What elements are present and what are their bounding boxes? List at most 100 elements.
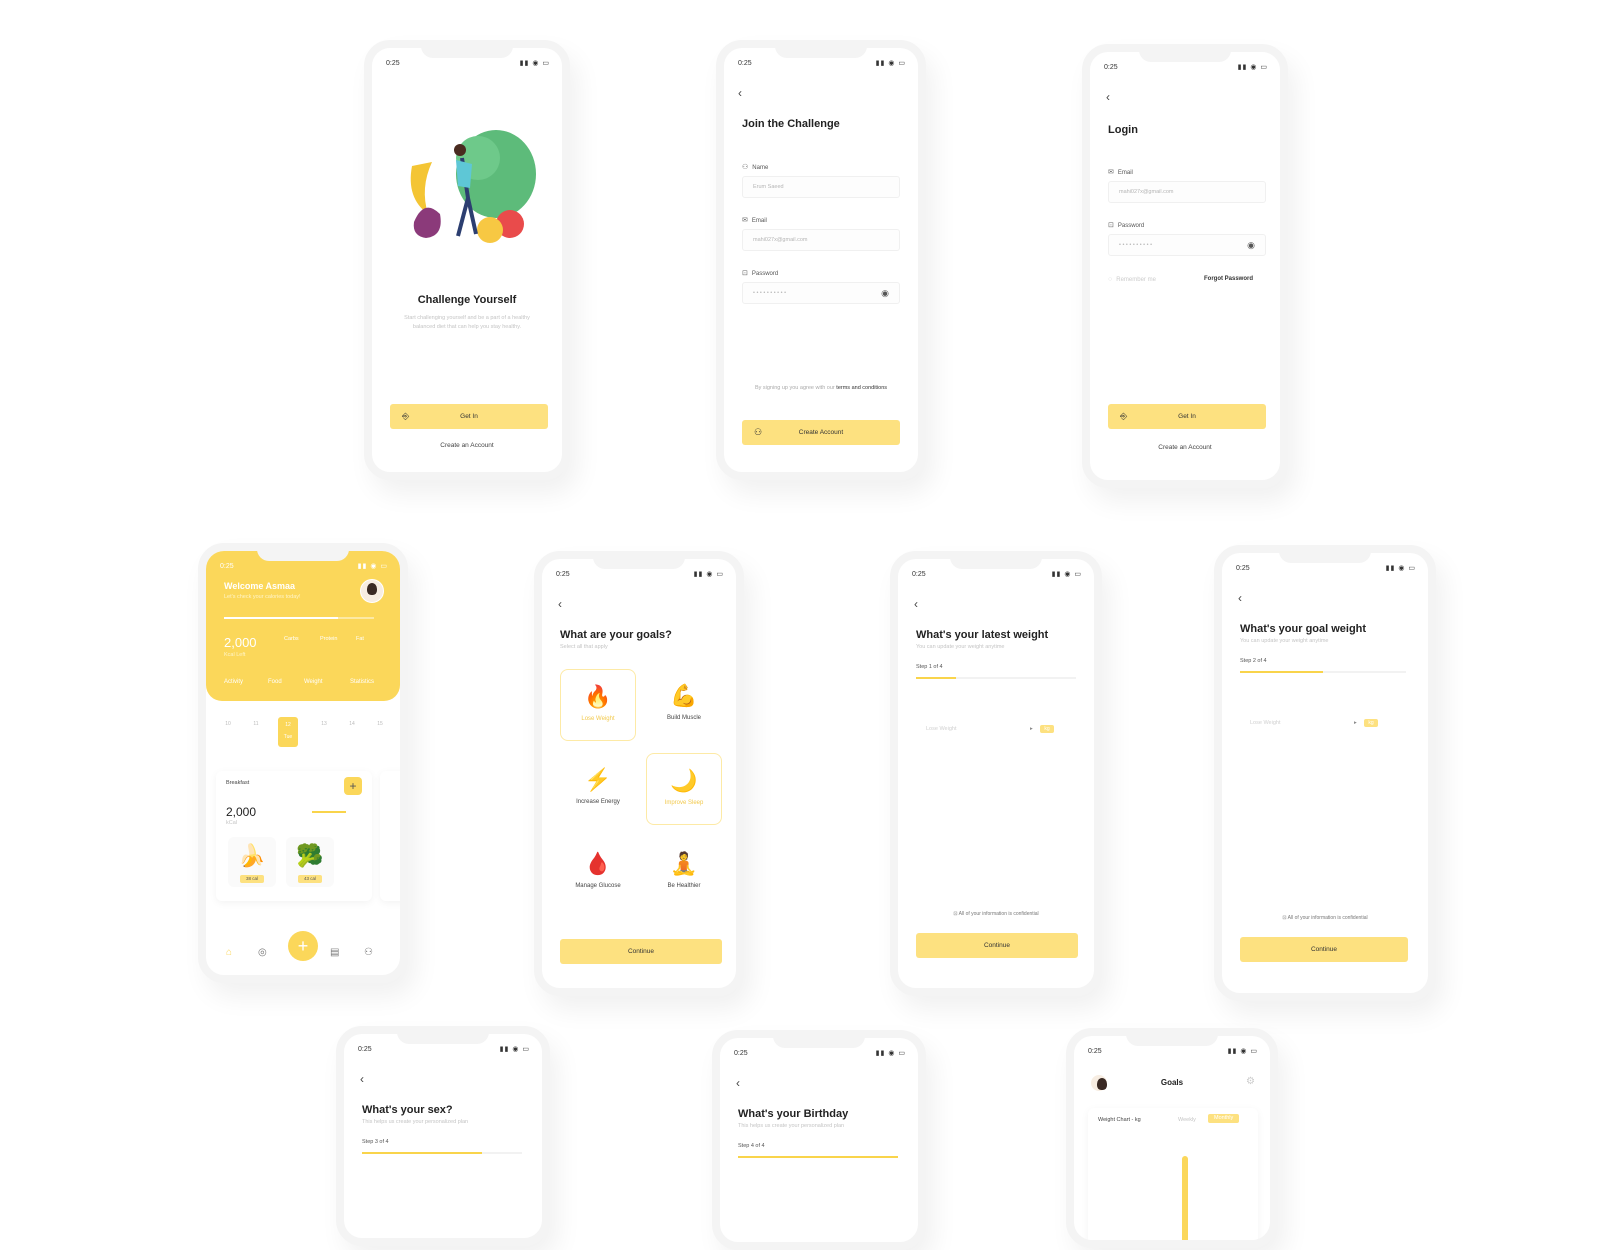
latest-weight-screen: 0:25 ▮▮ ◉ ▭ ‹ What's your latest weight … [890, 551, 1102, 996]
step-progress [1240, 671, 1406, 673]
day-item[interactable]: 15 [370, 721, 390, 751]
step-progress-fill [362, 1152, 482, 1154]
arrow-icon: ▸ [1354, 720, 1357, 726]
goal-build-muscle[interactable]: 💪 Build Muscle [646, 669, 722, 741]
login-icon: ⎆ [1120, 411, 1128, 421]
tab-statistics[interactable]: Statistics [350, 679, 374, 685]
flame-icon: 🔥 [584, 684, 612, 709]
profile-icon[interactable]: ⚇ [364, 947, 373, 958]
get-in-label: Get In [460, 413, 478, 420]
notch [773, 1038, 865, 1048]
page-title: Join the Challenge [742, 118, 840, 130]
day-item[interactable]: 13 [314, 721, 334, 751]
notch [397, 1034, 489, 1044]
home-icon[interactable]: ⌂ [226, 947, 232, 958]
day-item[interactable]: 14 [342, 721, 362, 751]
user-icon: ⚇ [754, 427, 763, 437]
goal-be-healthier[interactable]: 🧘 Be Healthier [646, 837, 722, 909]
clipboard-icon[interactable]: ▤ [330, 947, 339, 958]
page-title: What's your sex? [362, 1104, 453, 1116]
target-icon[interactable]: ◎ [258, 947, 267, 958]
avatar[interactable] [360, 579, 384, 603]
day-item[interactable]: 11 [246, 721, 266, 751]
stat-fat: Fat [356, 636, 364, 642]
chip-weekly[interactable]: Weekly [1178, 1116, 1196, 1125]
page-title: What are your goals? [560, 629, 672, 641]
goal-manage-glucose[interactable]: 🩸 Manage Glucose [560, 837, 636, 909]
broccoli-icon: 🥦 [296, 843, 324, 868]
password-field[interactable]: • • • • • • • • • • ◉ [1108, 234, 1266, 256]
status-time: 0:25 [912, 571, 926, 578]
back-icon[interactable]: ‹ [1238, 591, 1242, 605]
greens-item[interactable]: 🥦 43 cal [286, 837, 334, 887]
email-label: ✉ Email [742, 217, 767, 224]
unit-kg-button[interactable]: kg [1364, 719, 1378, 727]
email-field[interactable]: mahi027x@gmail.com [1108, 181, 1266, 203]
page-subtitle: You can update your weight anytime [916, 644, 1005, 650]
meal-kcal: 2,000 [226, 805, 257, 819]
goal-improve-sleep[interactable]: 🌙 Improve Sleep [646, 753, 722, 825]
eye-icon[interactable]: ◉ [1247, 235, 1255, 255]
get-in-button[interactable]: ⎆ Get In [1108, 404, 1266, 429]
goal-increase-energy[interactable]: ⚡ Increase Energy [560, 753, 636, 825]
tab-activity[interactable]: Activity [224, 679, 243, 685]
password-value: • • • • • • • • • • [1119, 242, 1153, 248]
add-meal-button[interactable]: + [344, 777, 362, 795]
terms-link[interactable]: terms and conditions [836, 385, 887, 391]
tab-weight[interactable]: Weight [304, 679, 323, 685]
goal-label: Be Healthier [667, 883, 701, 889]
unit-kg-button[interactable]: kg [1040, 725, 1054, 733]
email-field[interactable]: mahi027x@gmail.com [742, 229, 900, 251]
drops-icon: 🩸 [584, 851, 612, 876]
continue-button[interactable]: Continue [560, 939, 722, 964]
create-account-button[interactable]: ⚇ Create Account [742, 420, 900, 445]
name-field[interactable]: Erum Saeed [742, 176, 900, 198]
stat-carbs: Carbs [284, 636, 299, 642]
next-card[interactable] [380, 771, 400, 901]
status-icons: ▮▮ ◉ ▭ [1385, 565, 1416, 572]
settings-icon[interactable]: ⚙ [1246, 1076, 1255, 1087]
forgot-password-link[interactable]: Forgot Password [1204, 276, 1253, 282]
continue-button[interactable]: Continue [1240, 937, 1408, 962]
weight-input[interactable]: Lose Weight ▸ kg [1250, 719, 1378, 727]
password-field[interactable]: • • • • • • • • • • ◉ [742, 282, 900, 304]
continue-button[interactable]: Continue [916, 933, 1078, 958]
back-icon[interactable]: ‹ [738, 86, 742, 100]
back-icon[interactable]: ‹ [558, 597, 562, 611]
confidential-note: ⊡ All of your information is confidentia… [1282, 915, 1368, 921]
meal-unit: kCal [226, 820, 238, 826]
active-day-number: 12 [285, 722, 291, 728]
tab-food[interactable]: Food [268, 679, 282, 685]
welcome-subtitle: Let's check your calories today! [224, 594, 301, 600]
day-item[interactable]: 10 [218, 721, 238, 751]
onboarding-screen: 0:25 ▮▮ ◉ ▭ Challenge Yourself Start cha… [364, 40, 570, 480]
weight-input[interactable]: Lose Weight ▸ kg [926, 725, 1054, 733]
weight-chart-card: Weight Chart - kg Weekly Monthly [1088, 1108, 1258, 1240]
welcome-title: Welcome Asmaa [224, 581, 296, 591]
add-button[interactable]: + [288, 931, 318, 961]
back-icon[interactable]: ‹ [1106, 90, 1110, 104]
notch [421, 48, 513, 58]
eye-icon[interactable]: ◉ [881, 283, 889, 303]
birthday-screen: 0:25 ▮▮ ◉ ▭ ‹ What's your Birthday This … [712, 1030, 926, 1250]
breakfast-card[interactable]: Breakfast + 2,000 kCal 🍌 38 cal 🥦 43 cal [216, 771, 372, 901]
name-label: ⚇ Name [742, 164, 769, 171]
back-icon[interactable]: ‹ [360, 1072, 364, 1086]
day-item-active[interactable]: 12 Tue [278, 717, 298, 747]
notch [950, 559, 1042, 569]
chip-monthly[interactable]: Monthly [1208, 1114, 1240, 1123]
lock-icon: ⊡ [742, 270, 748, 277]
banana-item[interactable]: 🍌 38 cal [228, 837, 276, 887]
step-progress-fill [738, 1156, 898, 1158]
status-icons: ▮▮ ◉ ▭ [1051, 571, 1082, 578]
banana-icon: 🍌 [238, 843, 266, 868]
step-indicator: Step 3 of 4 [362, 1139, 389, 1145]
back-icon[interactable]: ‹ [914, 597, 918, 611]
remember-me-checkbox[interactable]: ○ Remember me [1108, 276, 1156, 283]
goal-lose-weight[interactable]: 🔥 Lose Weight [560, 669, 636, 741]
create-account-link[interactable]: Create an Account [1090, 444, 1280, 451]
create-account-link[interactable]: Create an Account [372, 442, 562, 449]
get-in-button[interactable]: ⎆ Get In [390, 404, 548, 429]
password-value: • • • • • • • • • • [753, 290, 787, 296]
back-icon[interactable]: ‹ [736, 1076, 740, 1090]
